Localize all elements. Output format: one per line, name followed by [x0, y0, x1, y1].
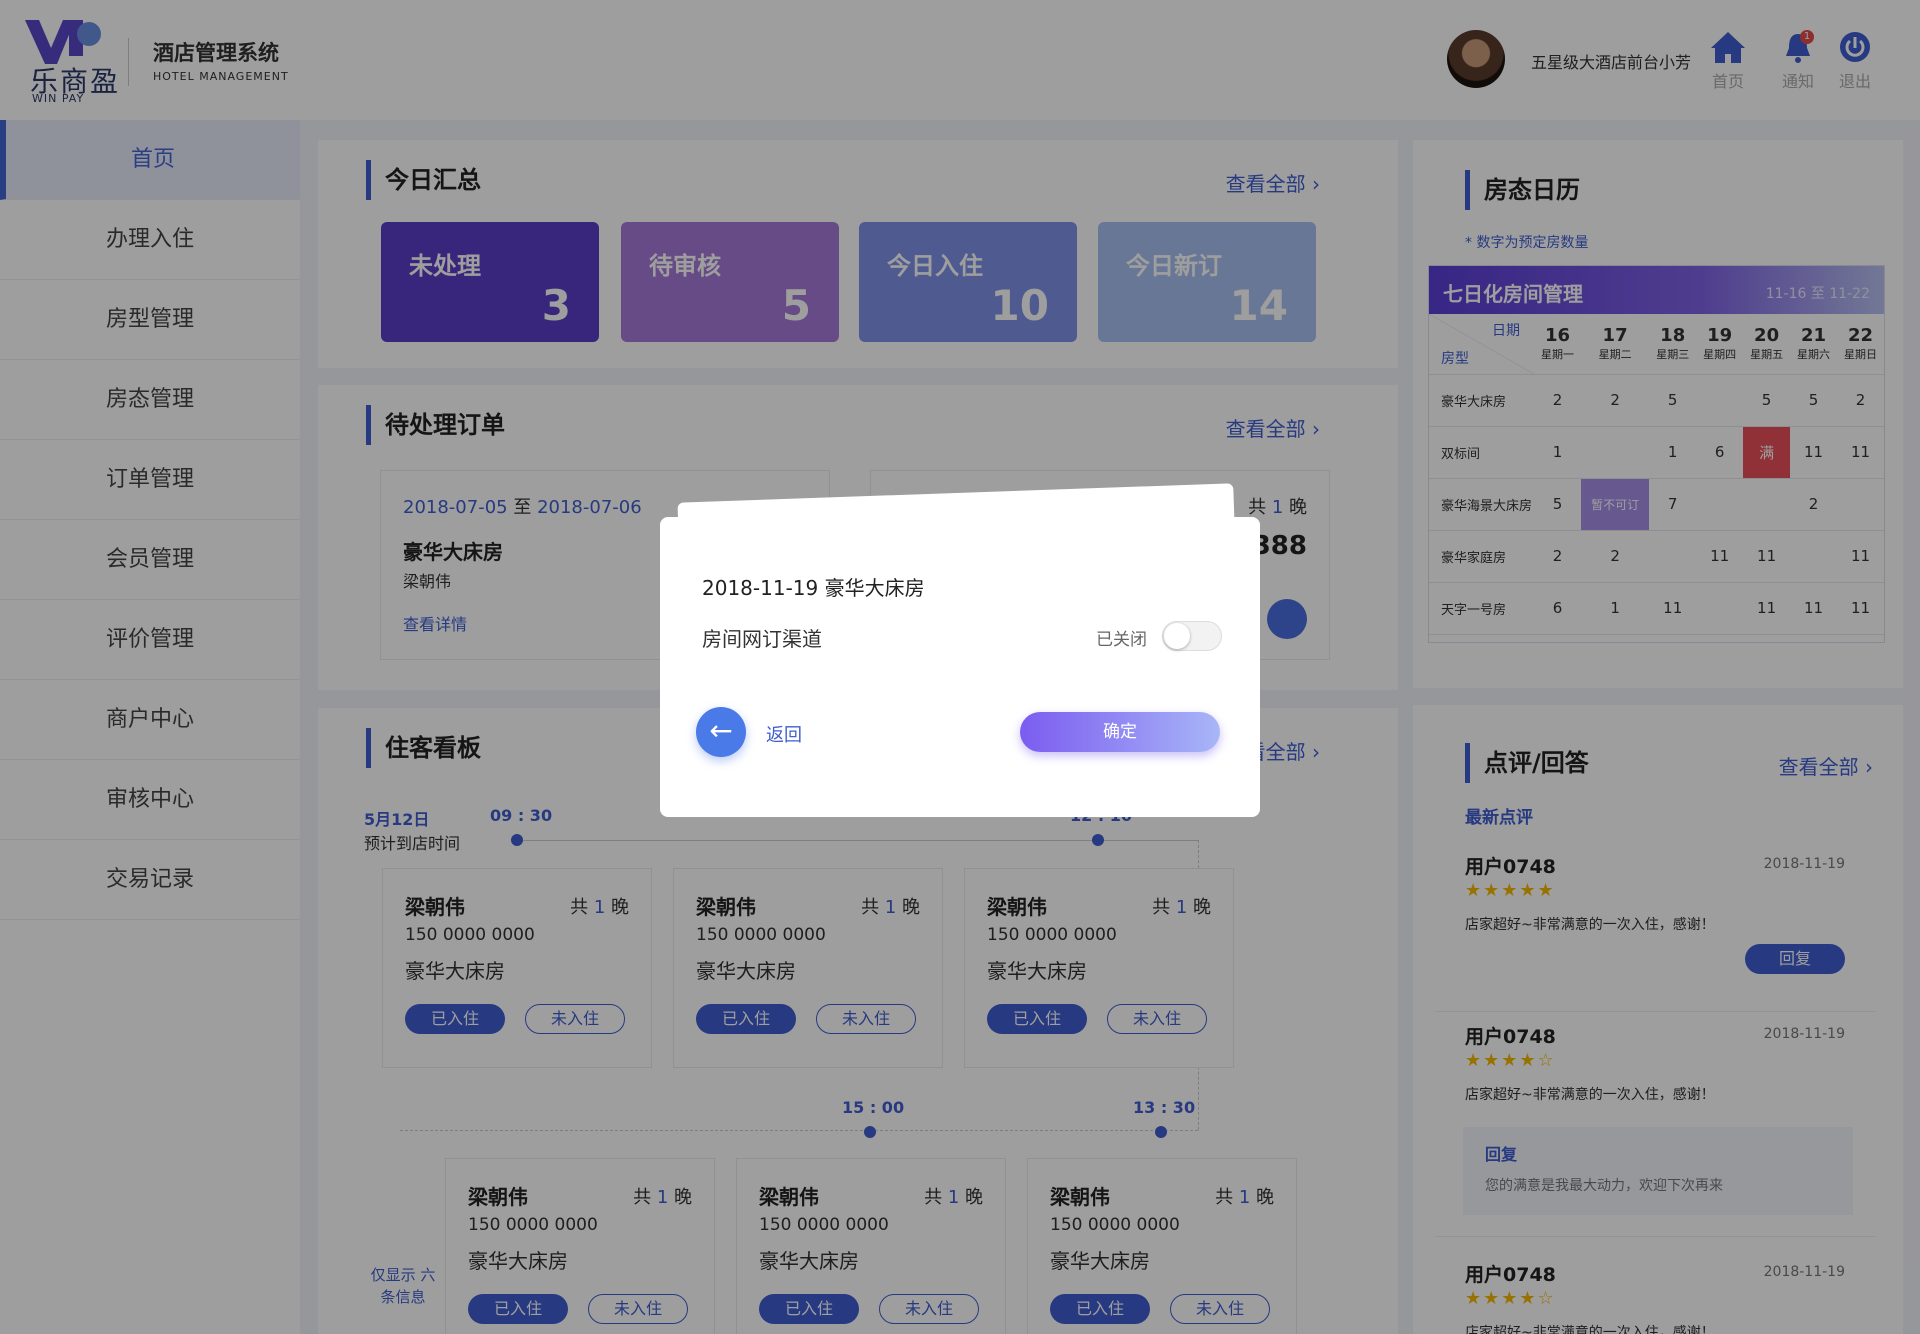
toggle-knob: [1164, 623, 1190, 649]
toggle-state-text: 已关闭: [1096, 630, 1147, 650]
back-button[interactable]: ←: [696, 707, 746, 757]
confirm-button[interactable]: 确定: [1020, 712, 1220, 752]
back-link[interactable]: 返回: [766, 721, 802, 747]
dialog-title: 2018-11-19 豪华大床房: [702, 576, 925, 600]
arrow-left-icon: ←: [709, 714, 733, 747]
channel-toggle[interactable]: [1162, 621, 1222, 651]
channel-toggle-dialog: 2018-11-19 豪华大床房 房间网订渠道 已关闭 ← 返回 确定: [660, 517, 1260, 817]
channel-label: 房间网订渠道: [702, 627, 822, 651]
